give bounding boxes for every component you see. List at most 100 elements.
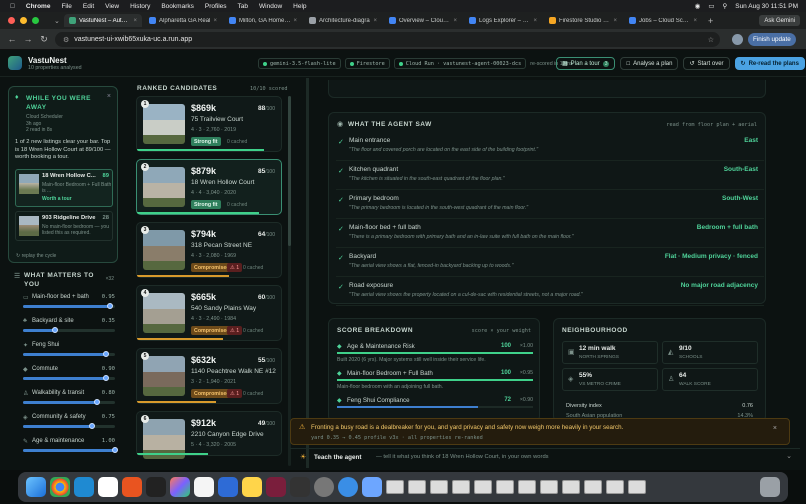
window-thumbnail[interactable]: [584, 480, 602, 494]
reload-icon[interactable]: ↻: [36, 34, 52, 45]
menu-view[interactable]: View: [105, 3, 119, 10]
menu-bookmarks[interactable]: Bookmarks: [161, 3, 194, 10]
chrome-icon[interactable]: [50, 477, 70, 497]
slider-knob[interactable]: [112, 447, 118, 453]
reread-plans-button[interactable]: ↻ Re-read the plans: [734, 57, 805, 70]
forward-icon[interactable]: →: [20, 34, 36, 44]
candidate-card[interactable]: 2 $879k 85/100 18 Wren Hollow Court 4 · 4 · …: [136, 159, 282, 215]
tab-close-icon[interactable]: ×: [293, 18, 297, 24]
teach-agent-input[interactable]: — tell it what you think of 18 Wren Holl…: [376, 454, 549, 460]
back-icon[interactable]: ←: [4, 34, 20, 44]
app-store-icon[interactable]: [98, 477, 118, 497]
tab-close-icon[interactable]: ×: [213, 18, 217, 24]
window-thumbnail[interactable]: [474, 480, 492, 494]
claude-icon[interactable]: [122, 477, 142, 497]
safari-icon[interactable]: [338, 477, 358, 497]
tab-4[interactable]: Architecture-diagra ×: [304, 14, 382, 27]
menu-tab[interactable]: Tab: [238, 3, 248, 10]
weight-slider[interactable]: ♙ Walkability & transit 0.80: [23, 390, 115, 406]
menu-help[interactable]: Help: [293, 3, 306, 10]
wifi-icon[interactable]: ◉: [695, 2, 701, 10]
away-item-1[interactable]: 18 Wren Hollow C... 89 Main-floor Bedroo…: [15, 169, 113, 207]
window-thumbnail[interactable]: [452, 480, 470, 494]
notes-icon[interactable]: [194, 477, 214, 497]
window-thumbnail[interactable]: [496, 480, 514, 494]
tab-close-icon[interactable]: ×: [453, 18, 457, 24]
vscode-icon[interactable]: [74, 477, 94, 497]
weight-slider[interactable]: ▭ Main-floor bed + bath 0.95: [23, 294, 115, 310]
slider-knob[interactable]: [93, 399, 100, 405]
candidate-card[interactable]: 4 $665k 60/100 540 Sandy Plains Way 4 · 3 · …: [136, 285, 282, 341]
keynote-icon[interactable]: [218, 477, 238, 497]
menu-history[interactable]: History: [130, 3, 150, 10]
ask-gemini-button[interactable]: Ask Gemini: [759, 15, 800, 26]
replay-cycle-link[interactable]: ↻ replay the cycle: [16, 253, 56, 259]
menu-window[interactable]: Window: [259, 3, 282, 10]
site-info-icon[interactable]: ⚙: [63, 36, 69, 44]
dismiss-notice-icon[interactable]: ×: [773, 425, 777, 432]
zoom-window-icon[interactable]: [32, 17, 39, 24]
candidates-scrollbar[interactable]: [288, 96, 291, 466]
settings-icon[interactable]: [314, 477, 334, 497]
menu-file[interactable]: File: [61, 3, 71, 10]
tab-6[interactable]: Logs Explorer – Log ×: [464, 14, 542, 27]
search-icon[interactable]: ⚲: [722, 2, 727, 10]
slider-knob[interactable]: [102, 351, 109, 357]
plan-tour-button[interactable]: ▦ Plan a tour 3: [556, 57, 616, 70]
window-thumbnail[interactable]: [628, 480, 646, 494]
menu-edit[interactable]: Edit: [83, 3, 94, 10]
photos-icon[interactable]: [170, 477, 190, 497]
terminal-icon[interactable]: [146, 477, 166, 497]
window-thumbnail[interactable]: [408, 480, 426, 494]
tab-close-icon[interactable]: ×: [693, 18, 697, 24]
window-thumbnail[interactable]: [430, 480, 448, 494]
menu-clock[interactable]: Sun Aug 30 11:51 PM: [735, 3, 798, 10]
slider-knob[interactable]: [89, 423, 95, 429]
candidate-card[interactable]: 5 $632k 55/100 1140 Peachtree Walk NE #12 3 …: [136, 348, 282, 404]
weight-slider[interactable]: ✎ Age & maintenance 1.00: [23, 438, 118, 454]
close-window-icon[interactable]: [8, 17, 15, 24]
window-thumbnail[interactable]: [386, 480, 404, 494]
tab-2[interactable]: Alpharetta GA Real ×: [144, 14, 222, 27]
slider-knob[interactable]: [52, 327, 59, 333]
battery-icon[interactable]: ▭: [708, 2, 714, 10]
slack-icon[interactable]: [266, 477, 286, 497]
tab-1[interactable]: VastuNest – Autono ×: [64, 14, 142, 27]
activity-monitor-icon[interactable]: [290, 477, 310, 497]
worth-tour-link[interactable]: Worth a tour: [42, 196, 72, 202]
tab-close-icon[interactable]: ×: [533, 18, 537, 24]
window-thumbnail[interactable]: [540, 480, 558, 494]
candidate-card[interactable]: 1 $869k 88/100 75 Trailview Court 4 · 3 · 2,…: [136, 96, 282, 152]
tab-search-icon[interactable]: ⌄: [54, 17, 64, 25]
expand-icon[interactable]: ⌄: [786, 452, 792, 460]
close-icon[interactable]: ×: [107, 93, 111, 100]
weight-slider[interactable]: ◆ Commute 0.90: [23, 366, 115, 382]
new-tab-icon[interactable]: +: [708, 16, 713, 26]
tab-5[interactable]: Overview – Cloud R ×: [384, 14, 462, 27]
tab-7[interactable]: Firestore Studio – F ×: [544, 14, 622, 27]
finder-icon[interactable]: [26, 477, 46, 497]
bookmark-star-icon[interactable]: ☆: [708, 36, 714, 44]
tab-close-icon[interactable]: ×: [373, 18, 377, 24]
profile-avatar[interactable]: [732, 34, 743, 45]
window-thumbnail[interactable]: [562, 480, 580, 494]
apple-icon[interactable]: : [10, 3, 15, 10]
window-thumbnail[interactable]: [518, 480, 536, 494]
downloads-folder-icon[interactable]: [362, 477, 382, 497]
finish-update-button[interactable]: Finish update: [748, 33, 796, 46]
tab-8[interactable]: Jobs – Cloud Schedu ×: [624, 14, 702, 27]
tab-close-icon[interactable]: ×: [133, 18, 137, 24]
candidate-card[interactable]: 3 $794k 64/100 318 Pecan Street NE 4 · 3 · 2…: [136, 222, 282, 278]
weight-slider[interactable]: ◈ Community & safety 0.75: [23, 414, 115, 430]
menu-app[interactable]: Chrome: [26, 3, 51, 10]
menu-profiles[interactable]: Profiles: [205, 3, 227, 10]
teach-agent-bar[interactable]: ☀ Teach the agent — tell it what you thi…: [290, 448, 800, 466]
trash-icon[interactable]: [760, 477, 780, 497]
away-item-2[interactable]: 903 Ridgeline Drive 28 No main-floor bed…: [15, 211, 113, 241]
slider-knob[interactable]: [107, 303, 114, 309]
minimize-window-icon[interactable]: [20, 17, 27, 24]
analyse-plan-button[interactable]: □ Analyse a plan: [620, 57, 679, 70]
address-bar[interactable]: ⚙ vastunest-ui-xwib65xuka-uc.a.run.app ☆: [55, 32, 720, 47]
start-over-button[interactable]: ↺ Start over: [683, 57, 730, 70]
tab-3[interactable]: Milton, GA Homes f ×: [224, 14, 302, 27]
